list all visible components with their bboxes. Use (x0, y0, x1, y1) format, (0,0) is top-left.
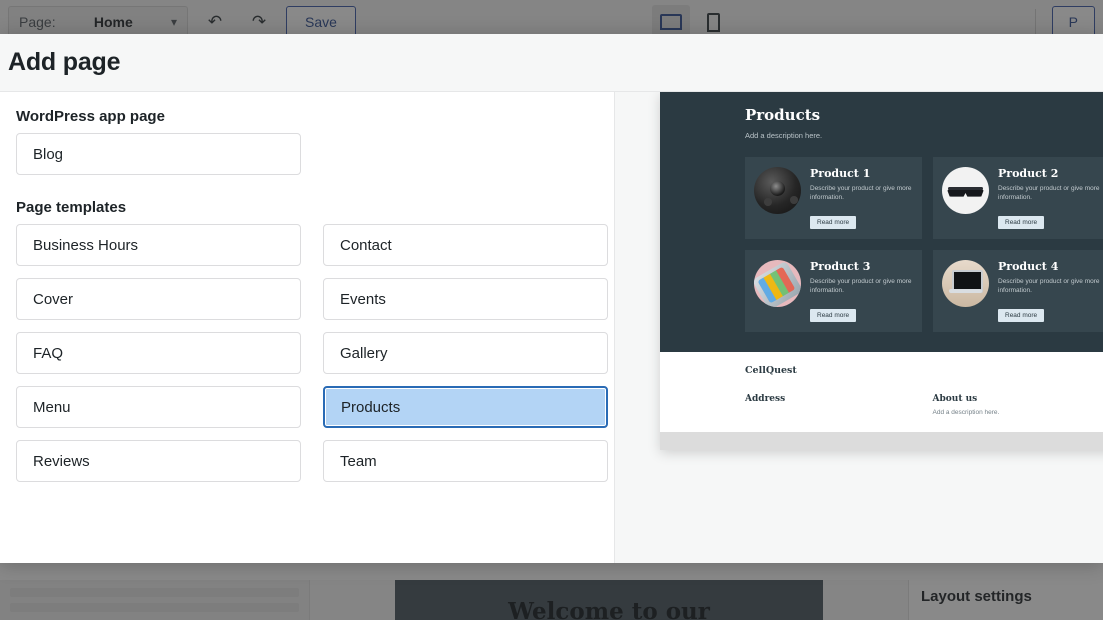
template-preview-pane: Products Add a description here. Product… (615, 92, 1103, 563)
footer-column-heading: About us (932, 393, 978, 404)
template-team[interactable]: Team (323, 440, 608, 482)
add-page-modal: Add page WordPress app page Blog Page te… (0, 34, 1103, 563)
read-more-button[interactable]: Read more (998, 308, 1045, 322)
screen: Page: Home ▾ ↶ ↷ Save P (0, 0, 1103, 620)
template-picker-pane: WordPress app page Blog Page templates B… (0, 92, 615, 563)
modal-title: Add page (8, 48, 121, 76)
footer-column-heading: Address (745, 393, 786, 404)
wordpress-app-page-heading: WordPress app page (16, 108, 165, 125)
template-reviews[interactable]: Reviews (16, 440, 301, 482)
preview-footer-column: About us Add a description here. (933, 394, 1103, 416)
product-name: Product 4 (998, 259, 1059, 273)
preview-heading: Products (745, 106, 821, 124)
product-description: Describe your product or give more infor… (998, 277, 1100, 295)
preview-product-card: Product 1 Describe your product or give … (745, 157, 922, 239)
wordpress-app-page-options: Blog (8, 133, 606, 175)
template-label: Contact (340, 236, 392, 254)
template-label: Products (341, 398, 401, 416)
modal-header: Add page (0, 34, 1103, 92)
template-products[interactable]: Products (323, 386, 608, 428)
smartphone-thumbnail-icon (754, 259, 801, 307)
read-more-button[interactable]: Read more (998, 215, 1045, 229)
laptop-thumbnail-icon (942, 259, 989, 307)
preview-footer-brand: CellQuest (745, 364, 797, 376)
template-contact[interactable]: Contact (323, 224, 608, 266)
page-templates-heading: Page templates (16, 199, 127, 216)
footer-column-text: Add a description here. (932, 408, 1000, 416)
template-preview: Products Add a description here. Product… (660, 92, 1103, 450)
template-menu[interactable]: Menu (16, 386, 301, 428)
template-gallery[interactable]: Gallery (323, 332, 608, 374)
template-cover[interactable]: Cover (16, 278, 301, 320)
read-more-button[interactable]: Read more (810, 308, 857, 322)
template-label: Menu (33, 398, 71, 416)
preview-products-section: Products Add a description here. Product… (660, 92, 1103, 352)
page-templates-grid: Business Hours Contact Cover Events FAQ (8, 224, 608, 482)
preview-product-card: Product 4 Describe your product or give … (933, 249, 1103, 332)
template-label: Team (340, 452, 377, 470)
modal-body: WordPress app page Blog Page templates B… (0, 92, 1103, 563)
preview-footer: CellQuest Address About us Add a descrip… (660, 351, 1103, 432)
template-faq[interactable]: FAQ (16, 332, 301, 374)
preview-bottom-bar (660, 431, 1103, 450)
template-business-hours[interactable]: Business Hours (16, 224, 301, 266)
option-blog[interactable]: Blog (16, 133, 301, 175)
template-label: Reviews (33, 452, 90, 470)
product-name: Product 1 (810, 167, 871, 180)
preview-product-card: Product 2 Describe your product or give … (933, 157, 1103, 239)
camera-thumbnail-icon (754, 167, 801, 214)
preview-footer-column: Address (745, 394, 923, 416)
template-label: Business Hours (33, 236, 139, 254)
read-more-button[interactable]: Read more (810, 215, 857, 229)
template-events[interactable]: Events (323, 278, 608, 320)
template-label: Cover (33, 290, 74, 308)
template-label: FAQ (33, 344, 64, 362)
option-blog-label: Blog (33, 145, 64, 163)
product-description: Describe your product or give more infor… (810, 277, 912, 295)
preview-product-grid: Product 1 Describe your product or give … (745, 157, 1103, 332)
product-description: Describe your product or give more infor… (810, 185, 912, 202)
template-label: Events (340, 290, 386, 308)
template-label: Gallery (340, 344, 388, 362)
product-name: Product 2 (998, 167, 1059, 180)
product-description: Describe your product or give more infor… (998, 185, 1100, 202)
preview-subheading: Add a description here. (745, 131, 823, 140)
preview-product-card: Product 3 Describe your product or give … (745, 249, 922, 332)
preview-footer-columns: Address About us Add a description here. (745, 394, 1103, 416)
product-name: Product 3 (810, 259, 871, 273)
sunglasses-thumbnail-icon (942, 167, 989, 214)
